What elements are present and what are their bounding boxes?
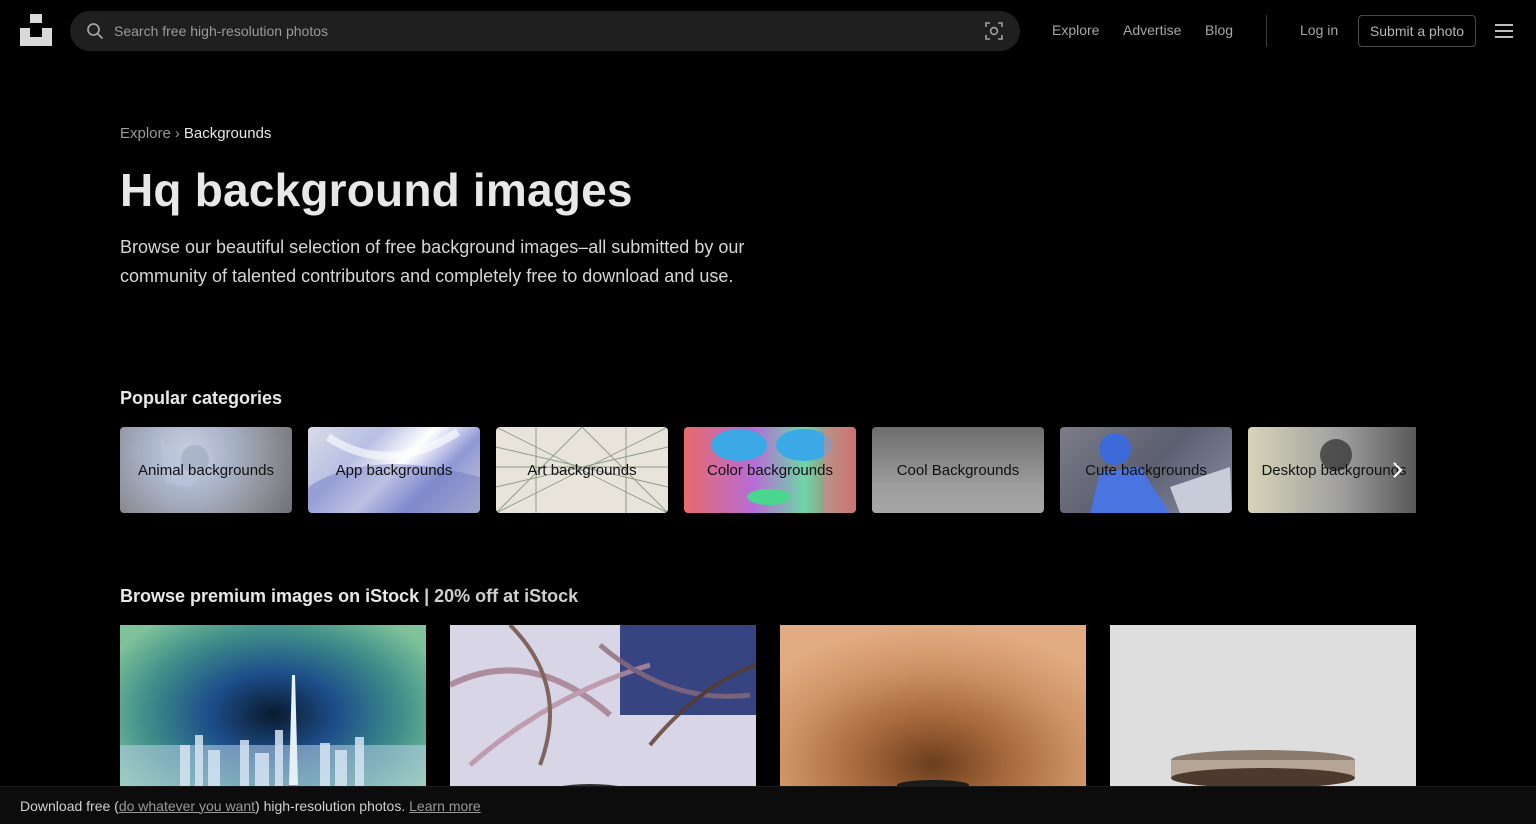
nav-divider [1266,15,1267,47]
istock-heading-promo: | 20% off at iStock [424,586,579,606]
search-bar[interactable] [70,11,1020,51]
hamburger-menu-icon[interactable] [1494,22,1514,40]
category-label: Color backgrounds [707,461,833,479]
category-label: Animal backgrounds [138,461,274,479]
category-label: App backgrounds [335,461,453,479]
category-label: Art backgrounds [527,461,637,479]
license-link[interactable]: do whatever you want [119,798,255,814]
category-cute[interactable]: Cute backgrounds [1060,427,1232,513]
category-animal[interactable]: Animal backgrounds [120,427,292,513]
nav-explore-link[interactable]: Explore [1052,22,1099,38]
category-label: Cool Backgrounds [896,461,1020,479]
category-app[interactable]: App backgrounds [308,427,480,513]
category-art[interactable]: Art backgrounds [496,427,668,513]
nav-blog-link[interactable]: Blog [1205,22,1233,38]
breadcrumb: Explore › Backgrounds [120,125,271,142]
learn-more-link[interactable]: Learn more [409,798,481,814]
unsplash-logo-icon[interactable] [20,14,52,46]
license-text-end: ) high-resolution photos. [255,797,406,814]
page-description: Browse our beautiful selection of free b… [120,237,745,286]
search-icon[interactable] [86,22,104,40]
search-input[interactable] [114,11,964,51]
bottom-license-bar: Download free (do whatever you want) hig… [0,786,1536,824]
category-carousel: Animal backgrounds App backgrounds Art b… [120,427,1416,513]
login-link[interactable]: Log in [1300,22,1338,38]
chevron-right-icon[interactable] [1380,427,1416,513]
popular-categories-heading: Popular categories [120,388,283,408]
category-label: Cute backgrounds [1085,461,1207,479]
submit-photo-button[interactable]: Submit a photo [1358,15,1476,47]
breadcrumb-separator: › [174,125,180,142]
category-color[interactable]: Color backgrounds [684,427,856,513]
breadcrumb-explore-link[interactable]: Explore [120,125,171,142]
top-header: Explore Advertise Blog Log in Submit a p… [0,0,1536,62]
istock-heading-bold: Browse premium images on iStock [120,586,420,606]
license-text-start: Download free ( [20,797,119,814]
category-cool[interactable]: Cool Backgrounds [872,427,1044,513]
visual-search-icon[interactable] [984,21,1004,41]
nav-advertise-link[interactable]: Advertise [1123,22,1181,38]
breadcrumb-current: Backgrounds [183,125,272,142]
istock-heading: Browse premium images on iStock | 20% of… [120,586,578,607]
page-title: Hq background images [120,164,633,216]
